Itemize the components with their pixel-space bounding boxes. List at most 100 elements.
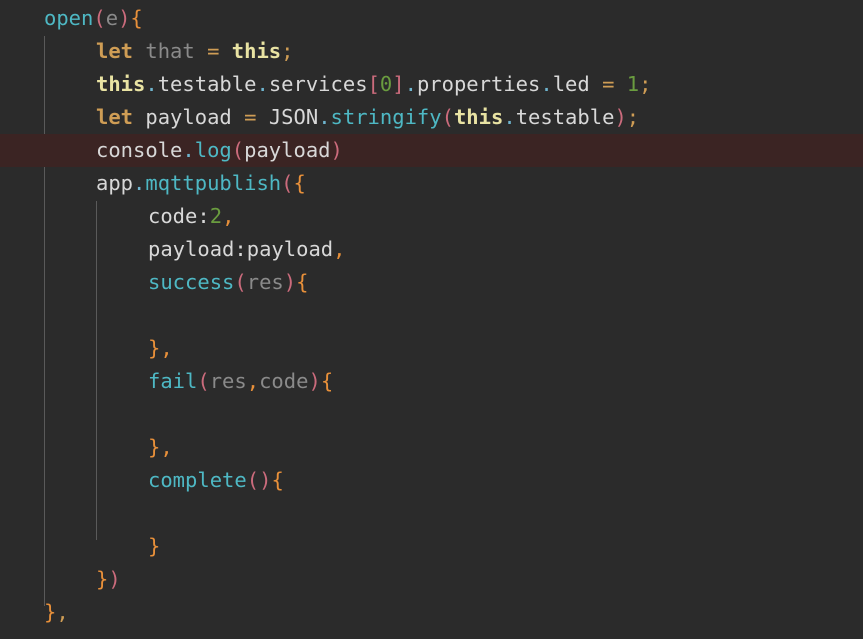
code-token: led [552, 72, 590, 96]
code-token: . [503, 105, 516, 129]
code-line-text: this.testable.services[0].properties.led… [0, 68, 863, 101]
code-token: e [105, 6, 119, 30]
code-lines-container[interactable]: open(e){let that = this; this.testable.se… [0, 0, 863, 629]
code-token: this [453, 105, 504, 129]
code-token: , [56, 600, 69, 624]
code-token: , [333, 237, 346, 261]
code-token: { [296, 270, 309, 294]
code-token: ( [441, 105, 454, 129]
code-token: ( [281, 171, 294, 195]
code-token: testable [157, 72, 257, 96]
code-token: this [96, 72, 146, 96]
code-line-text: open(e){ [0, 2, 863, 35]
code-token: ( [231, 138, 245, 162]
code-line[interactable]: } [0, 530, 863, 563]
code-token: ) [108, 567, 121, 591]
code-token: { [130, 6, 143, 30]
code-line-text: }, [0, 596, 863, 629]
code-token: ) [308, 369, 321, 393]
code-token: log [194, 138, 232, 162]
code-line[interactable]: app.mqttpublish({ [0, 167, 863, 200]
code-token: let [96, 105, 134, 129]
code-line[interactable]: fail(res,code){ [0, 365, 863, 398]
code-token: 1 [626, 72, 640, 96]
code-line-text: }, [0, 431, 863, 464]
code-token: payload [246, 237, 334, 261]
code-token: ] [392, 72, 405, 96]
code-token: , [246, 369, 260, 393]
code-token: = [602, 72, 615, 96]
code-token: . [404, 72, 417, 96]
code-line-current[interactable]: console.log(payload) [0, 134, 863, 167]
code-line[interactable] [0, 299, 863, 332]
code-line[interactable]: let that = this; [0, 35, 863, 68]
code-token: complete [148, 468, 247, 492]
code-token: } [148, 534, 161, 558]
code-token: , [222, 204, 235, 228]
code-line-text: let that = this; [0, 35, 863, 68]
code-line-text: code:2, [0, 200, 863, 233]
code-line-text: }) [0, 563, 863, 596]
code-token: . [540, 72, 553, 96]
code-token: code [148, 204, 198, 228]
code-token: ; [626, 105, 640, 129]
code-line[interactable]: this.testable.services[0].properties.led… [0, 68, 863, 101]
code-token: ( [246, 468, 260, 492]
code-line[interactable]: }, [0, 596, 863, 629]
code-token: app [96, 171, 134, 195]
code-token: ( [93, 6, 106, 30]
code-token: } [148, 435, 161, 459]
code-token: { [271, 468, 284, 492]
code-token: . [145, 72, 158, 96]
code-token: ) [118, 6, 131, 30]
code-line-text: app.mqttpublish({ [0, 167, 863, 200]
code-token: ; [639, 72, 652, 96]
code-line-text: success(res){ [0, 266, 863, 299]
code-token: = [244, 105, 257, 129]
code-editor[interactable]: open(e){let that = this; this.testable.se… [0, 0, 863, 639]
code-token: console [96, 138, 183, 162]
code-line[interactable]: open(e){ [0, 2, 863, 35]
code-token: that [145, 39, 195, 63]
code-token: res [246, 270, 284, 294]
code-line-text: fail(res,code){ [0, 365, 863, 398]
code-line-text: payload:payload, [0, 233, 863, 266]
code-token: payload [244, 138, 331, 162]
code-line[interactable] [0, 398, 863, 431]
code-token: ( [234, 270, 247, 294]
code-token: open [44, 6, 94, 30]
code-token: } [44, 600, 57, 624]
code-token: : [234, 237, 247, 261]
code-line[interactable]: let payload = JSON.stringify(this.testab… [0, 101, 863, 134]
code-token: fail [148, 369, 198, 393]
code-token: payload [145, 105, 232, 129]
code-line[interactable]: success(res){ [0, 266, 863, 299]
code-token: services [268, 72, 368, 96]
code-line[interactable]: }, [0, 431, 863, 464]
code-line[interactable] [0, 497, 863, 530]
code-line[interactable]: complete(){ [0, 464, 863, 497]
code-token: testable [515, 105, 615, 129]
code-token: stringify [330, 105, 442, 129]
code-token: { [320, 369, 334, 393]
code-line[interactable]: code:2, [0, 200, 863, 233]
code-line[interactable]: }, [0, 332, 863, 365]
code-token: res [209, 369, 247, 393]
code-token: = [207, 39, 220, 63]
code-token: . [182, 138, 195, 162]
code-token: ( [197, 369, 210, 393]
code-token: } [148, 336, 161, 360]
code-line[interactable]: payload:payload, [0, 233, 863, 266]
code-line[interactable]: }) [0, 563, 863, 596]
code-token: this [231, 39, 282, 63]
code-token: let [96, 39, 134, 63]
code-line-text: } [0, 530, 863, 563]
code-token: properties [416, 72, 541, 96]
